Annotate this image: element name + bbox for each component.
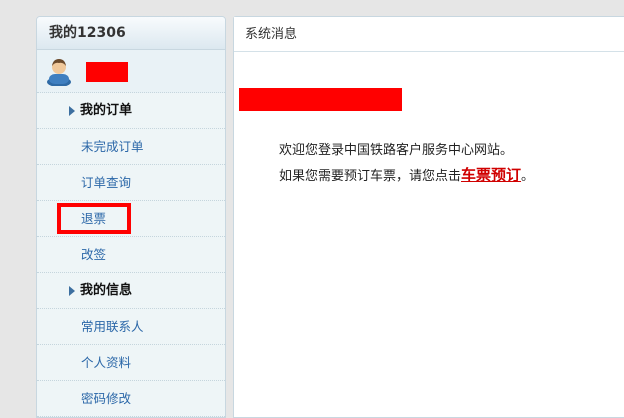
user-info-row xyxy=(37,50,225,93)
user-avatar-icon xyxy=(47,59,71,86)
sidebar-item-label: 未完成订单 xyxy=(81,139,144,154)
section-my-info: 我的信息 xyxy=(37,273,225,309)
sidebar-title: 我的12306 xyxy=(37,17,225,50)
sidebar-item-profile[interactable]: 个人资料 xyxy=(37,345,225,381)
welcome-message: 欢迎您登录中国铁路客户服务中心网站。 如果您需要预订车票，请您点击车票预订。 xyxy=(279,138,534,189)
welcome-line-2: 如果您需要预订车票，请您点击车票预订。 xyxy=(279,163,534,189)
sidebar-item-label: 改签 xyxy=(81,247,107,262)
section-label: 我的订单 xyxy=(80,103,133,118)
section-label: 我的信息 xyxy=(80,283,133,298)
triangle-right-icon xyxy=(69,106,75,116)
welcome-line-2-suffix: 。 xyxy=(521,169,535,184)
welcome-line-2-prefix: 如果您需要预订车票，请您点击 xyxy=(279,169,462,184)
sidebar-item-order-query[interactable]: 订单查询 xyxy=(37,165,225,201)
highlight-box xyxy=(57,203,131,234)
sidebar-item-refund[interactable]: 退票 xyxy=(37,201,225,237)
sidebar: 我的12306 我的订单 未完成订单 订单查询 退票 改签 我的信息 常用联系人… xyxy=(36,16,226,418)
book-ticket-link[interactable]: 车票预订 xyxy=(461,166,521,184)
sidebar-item-password[interactable]: 密码修改 xyxy=(37,381,225,417)
redacted-block xyxy=(239,88,402,111)
sidebar-item-label: 常用联系人 xyxy=(81,319,144,334)
sidebar-item-label: 密码修改 xyxy=(81,391,132,406)
triangle-right-icon xyxy=(69,286,75,296)
sidebar-item-change-ticket[interactable]: 改签 xyxy=(37,237,225,273)
panel-title: 系统消息 xyxy=(234,17,624,52)
sidebar-item-label: 订单查询 xyxy=(81,175,132,190)
sidebar-item-label: 个人资料 xyxy=(81,355,132,370)
main-panel: 系统消息 欢迎您登录中国铁路客户服务中心网站。 如果您需要预订车票，请您点击车票… xyxy=(233,16,624,418)
sidebar-item-contacts[interactable]: 常用联系人 xyxy=(37,309,225,345)
sidebar-item-unfinished-orders[interactable]: 未完成订单 xyxy=(37,129,225,165)
welcome-line-1: 欢迎您登录中国铁路客户服务中心网站。 xyxy=(279,143,514,158)
redacted-username xyxy=(86,62,128,82)
section-my-orders: 我的订单 xyxy=(37,93,225,129)
